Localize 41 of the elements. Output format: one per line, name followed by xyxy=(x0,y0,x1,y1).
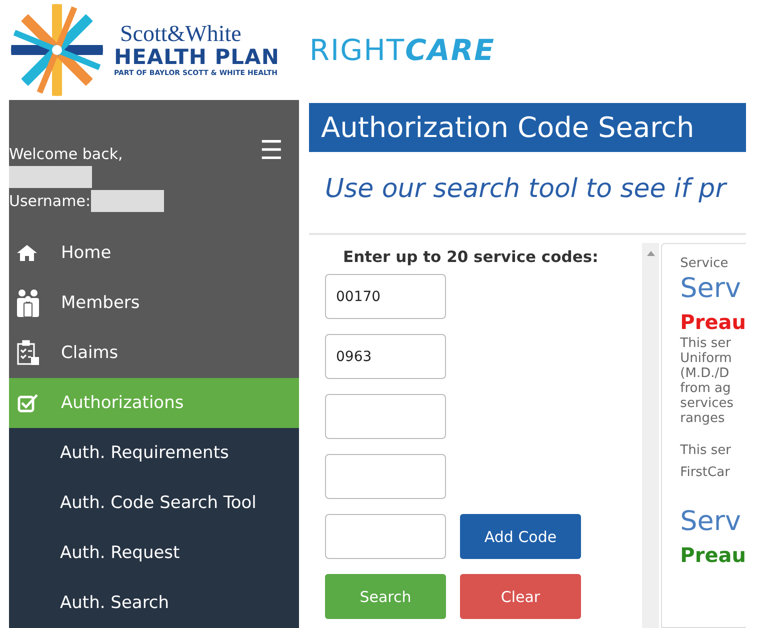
people-icon xyxy=(17,289,39,317)
logo-icon xyxy=(10,3,104,97)
description-text: ranges xyxy=(680,411,726,426)
clear-button[interactable]: Clear xyxy=(460,574,581,619)
description-text: services xyxy=(680,396,735,411)
note-text: This ser xyxy=(680,442,732,460)
result-caption: Service xyxy=(680,256,730,271)
code-field[interactable]: 0963 xyxy=(325,334,446,379)
brand-logo: RIGHTCARE xyxy=(309,33,495,67)
nav-subitem[interactable]: Auth. Requirements xyxy=(9,428,299,478)
description-text: from ag xyxy=(680,381,732,396)
service-heading: Serv xyxy=(680,273,742,304)
checkbox-icon xyxy=(17,393,39,413)
nav-item[interactable]: Claims xyxy=(9,328,299,378)
note-text: FirstCar xyxy=(680,464,731,482)
add-code-button[interactable]: Add Code xyxy=(460,514,581,559)
nav-item[interactable]: Members xyxy=(9,278,299,328)
description-text: This ser xyxy=(680,336,732,351)
page-title: Authorization Code Search xyxy=(309,103,746,152)
code-field[interactable]: 00170 xyxy=(325,274,446,319)
username-label: Username: xyxy=(9,192,91,210)
service-heading: Serv xyxy=(680,506,742,537)
scroll-up-icon[interactable] xyxy=(646,251,655,256)
logo-text: HEALTH PLAN xyxy=(114,45,280,69)
nav-item[interactable]: Home xyxy=(9,228,299,278)
page-subtitle: Use our search tool to see if pr xyxy=(309,152,746,235)
clipboard-icon xyxy=(17,340,39,366)
nav-subitem[interactable]: Auth. Code Search Tool xyxy=(9,478,299,528)
welcome-text: Welcome back, xyxy=(9,145,123,163)
code-field[interactable] xyxy=(325,454,446,499)
code-field[interactable] xyxy=(325,394,446,439)
logo-text: Scott&White xyxy=(119,23,242,45)
nav-subitem[interactable]: Auth. Request xyxy=(9,528,299,578)
status-text: Preau xyxy=(680,543,746,567)
home-icon xyxy=(17,244,37,262)
nav-subitem[interactable]: Auth. Search xyxy=(9,578,299,628)
description-text: Uniform xyxy=(680,351,733,366)
code-field[interactable] xyxy=(325,514,446,559)
form-label: Enter up to 20 service codes: xyxy=(342,247,600,268)
description-text: (M.D./D xyxy=(680,366,730,381)
status-text: Preau xyxy=(680,310,746,334)
